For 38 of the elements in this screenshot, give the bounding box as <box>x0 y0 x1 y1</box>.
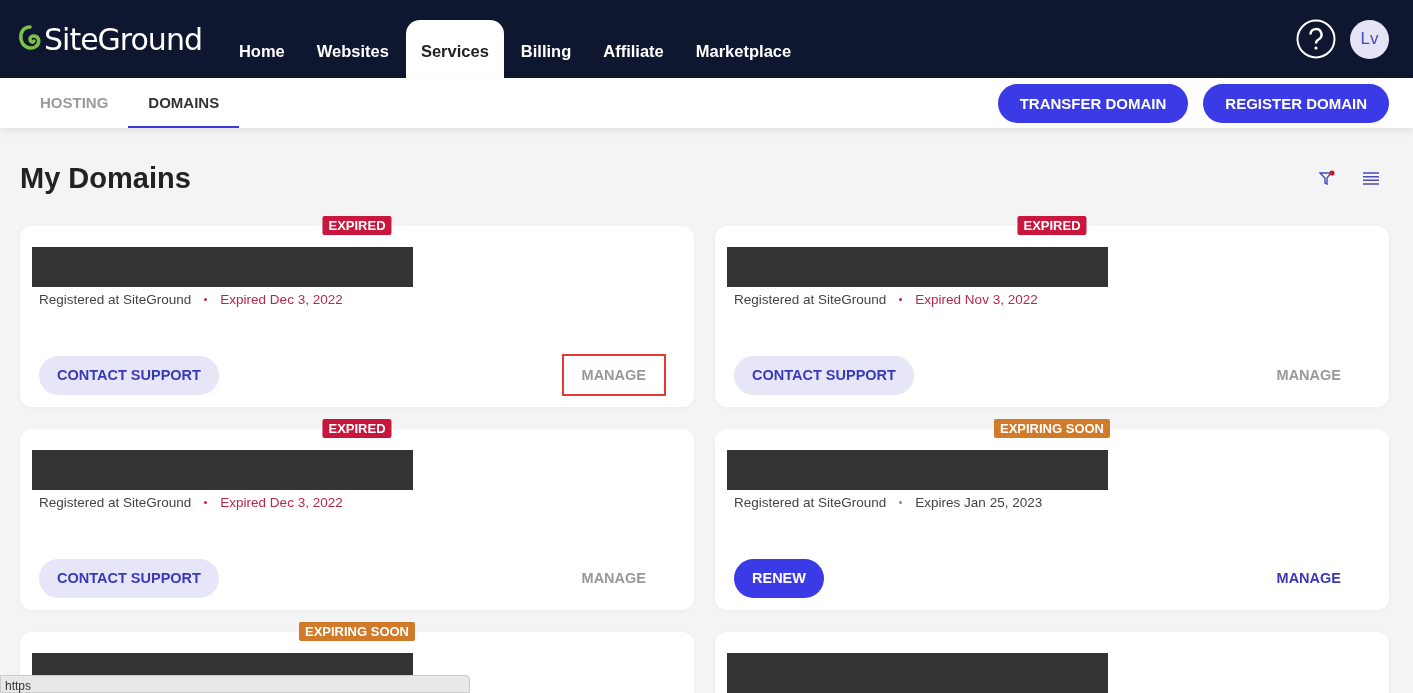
nav-tab[interactable]: Home <box>223 20 300 78</box>
registrar-text: Registered at SiteGround <box>734 495 887 510</box>
help-icon[interactable] <box>1296 19 1336 59</box>
registrar-text: Registered at SiteGround <box>39 292 192 307</box>
separator-dot <box>204 298 208 301</box>
action-button[interactable]: RENEW <box>734 558 824 598</box>
separator-dot <box>899 298 903 301</box>
logo-text: SiteGround <box>44 21 202 57</box>
separator-dot <box>899 501 903 504</box>
manage-link[interactable]: MANAGE <box>1256 557 1361 599</box>
subnav-tab[interactable]: DOMAINS <box>128 78 240 128</box>
action-button[interactable]: TRANSFER DOMAIN <box>997 83 1189 123</box>
nav-tab[interactable]: Marketplace <box>680 20 807 78</box>
status-badge: EXPIRED <box>322 216 392 235</box>
status-badge: EXPIRING SOON <box>299 622 415 641</box>
separator-dot <box>204 501 208 504</box>
user-avatar[interactable]: Lv <box>1350 19 1389 59</box>
nav-tab[interactable]: Websites <box>301 20 404 78</box>
registrar-text: Registered at SiteGround <box>734 292 887 307</box>
status-badge: EXPIRING SOON <box>994 419 1110 438</box>
expiry-date: Expired Nov 3, 2022 <box>915 292 1038 307</box>
action-button[interactable]: CONTACT SUPPORT <box>734 355 914 395</box>
expiry-date: Expired Dec 3, 2022 <box>220 292 343 307</box>
nav-tab[interactable]: Affiliate <box>588 20 679 78</box>
status-badge: EXPIRED <box>1017 216 1087 235</box>
action-button[interactable]: CONTACT SUPPORT <box>39 558 219 598</box>
expiry-date: Expired Dec 3, 2022 <box>220 495 343 510</box>
registrar-text: Registered at SiteGround <box>39 495 192 510</box>
filter-icon[interactable] <box>1319 170 1335 186</box>
action-button[interactable]: CONTACT SUPPORT <box>39 355 219 395</box>
list-view-icon[interactable] <box>1363 171 1379 185</box>
page-title: My Domains <box>20 161 192 195</box>
nav-tab[interactable]: Billing <box>505 20 587 78</box>
status-badge: EXPIRED <box>322 419 392 438</box>
action-button[interactable]: REGISTER DOMAIN <box>1203 83 1389 123</box>
expiry-date: Expires Jan 25, 2023 <box>915 495 1043 510</box>
status-url: https <box>4 679 31 693</box>
nav-tab[interactable]: Services <box>405 20 504 78</box>
